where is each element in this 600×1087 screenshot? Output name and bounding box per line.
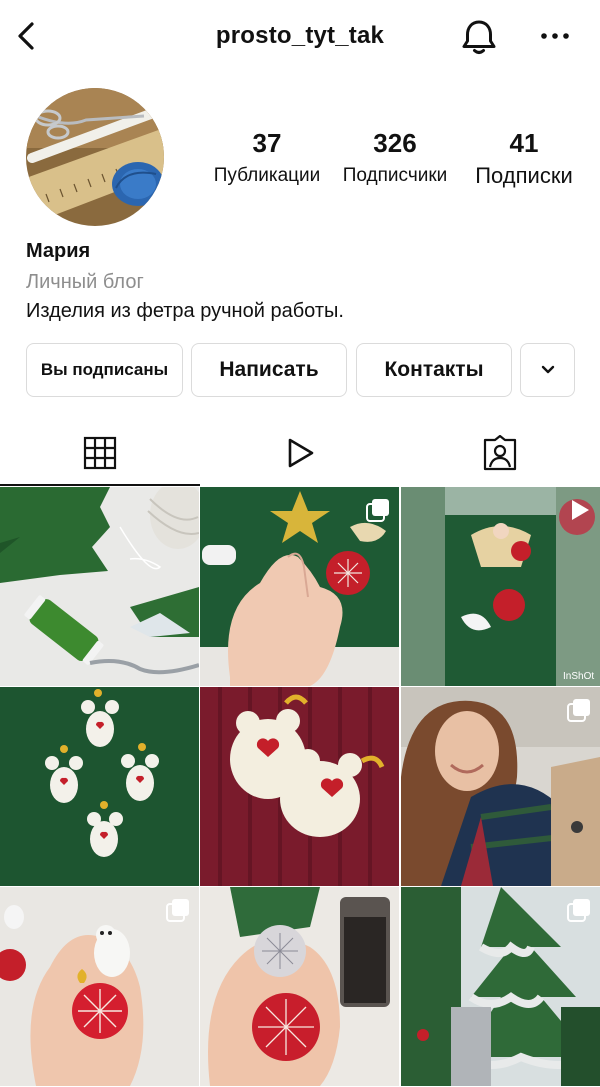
tagged-icon [483, 435, 517, 471]
inshot-watermark: InShOt [563, 671, 594, 682]
grid-post-7[interactable] [0, 887, 199, 1086]
grid-post-8[interactable] [200, 887, 399, 1086]
tab-posts-grid[interactable] [0, 420, 200, 486]
post-thumbnail [200, 887, 399, 1086]
grid-post-1[interactable] [0, 487, 199, 686]
stat-followers[interactable]: 326 Подписчики [335, 128, 455, 187]
posts-label: Публикации [213, 165, 321, 186]
profile-bio: Изделия из фетра ручной работы. [26, 300, 344, 322]
posts-grid: InShOt [0, 487, 600, 1087]
profile-tabs [0, 420, 600, 486]
followers-count: 326 [373, 128, 417, 158]
post-thumbnail [0, 687, 199, 886]
top-bar: prosto_tyt_tak [0, 0, 600, 72]
carousel-icon [567, 699, 590, 722]
profile-category: Личный блог [26, 271, 144, 293]
stat-posts[interactable]: 37 Публикации [206, 128, 328, 187]
post-thumbnail [200, 687, 399, 886]
bell-icon[interactable] [458, 16, 500, 58]
profile-username: prosto_tyt_tak [215, 22, 385, 49]
chevron-down-icon [541, 365, 554, 374]
following-label: Подписки [475, 163, 573, 188]
message-button[interactable]: Написать [191, 343, 347, 397]
suggested-dropdown-button[interactable] [520, 343, 575, 397]
profile-avatar[interactable] [26, 88, 164, 226]
grid-icon [83, 436, 117, 470]
reels-icon [288, 438, 314, 468]
carousel-icon [166, 899, 189, 922]
posts-count: 37 [252, 128, 282, 158]
tab-reels[interactable] [200, 420, 400, 486]
grid-post-2[interactable] [200, 487, 399, 686]
profile-name: Мария [26, 240, 91, 262]
stat-following[interactable]: 41 Подписки [466, 128, 582, 189]
grid-post-3[interactable]: InShOt [401, 487, 600, 686]
grid-post-9[interactable] [401, 887, 600, 1086]
post-thumbnail [0, 487, 199, 686]
following-count: 41 [509, 128, 539, 158]
grid-post-4[interactable] [0, 687, 199, 886]
following-button[interactable]: Вы подписаны [26, 343, 183, 397]
followers-label: Подписчики [342, 165, 448, 186]
tab-tagged[interactable] [400, 420, 600, 486]
grid-post-5[interactable] [200, 687, 399, 886]
video-icon [572, 500, 589, 520]
grid-post-6[interactable] [401, 687, 600, 886]
avatar-image [26, 88, 164, 226]
carousel-icon [366, 499, 389, 522]
more-options-icon[interactable] [538, 24, 572, 48]
active-tab-indicator [0, 484, 200, 486]
contacts-button[interactable]: Контакты [356, 343, 512, 397]
carousel-icon [567, 899, 590, 922]
